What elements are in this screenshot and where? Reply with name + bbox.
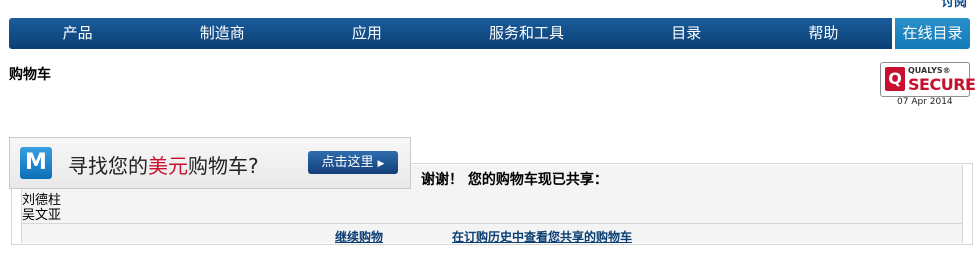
nav-item-manufacturers[interactable]: 制造商 — [196, 18, 249, 49]
cart-shared-message: 谢谢！ 您的购物车现已共享： — [421, 172, 608, 188]
qualys-date: 07 Apr 2014 — [897, 97, 953, 107]
banner-text-after: 购物车? — [188, 154, 259, 178]
online-catalog-button[interactable]: 在线目录 — [895, 18, 970, 49]
page-title: 购物车 — [9, 67, 51, 83]
view-shared-cart-history-link[interactable]: 在订购历史中查看您共享的购物车 — [452, 228, 632, 245]
mouser-logo-icon: M — [20, 147, 52, 179]
continue-shopping-link[interactable]: 继续购物 — [335, 228, 383, 245]
click-here-label: 点击这里 — [321, 155, 374, 170]
qualys-logo-box: Q QUALYS® SECURE — [880, 62, 976, 97]
nav-item-applications[interactable]: 应用 — [348, 18, 386, 49]
banner-text: 寻找您的美元购物车? — [68, 150, 259, 179]
qualys-name: QUALYS® — [908, 66, 951, 75]
qualys-q-icon: Q — [885, 67, 905, 91]
banner-text-currency: 美元 — [148, 154, 188, 178]
banner-text-before: 寻找您的 — [68, 154, 148, 178]
nav-item-services-tools[interactable]: 服务和工具 — [485, 18, 568, 49]
click-here-button[interactable]: 点击这里 ▶ — [308, 151, 398, 174]
recipient-name: 吴文亚 — [22, 208, 62, 223]
nav-item-products[interactable]: 产品 — [59, 18, 97, 49]
divider — [22, 223, 962, 224]
header-corner-link[interactable]: 讨阅 — [941, 0, 967, 10]
nav-item-catalog[interactable]: 目录 — [667, 18, 705, 49]
nav-item-help[interactable]: 帮助 — [804, 18, 842, 49]
usd-cart-banner[interactable]: M 寻找您的美元购物车? 点击这里 ▶ — [9, 137, 411, 189]
arrow-right-icon: ▶ — [377, 159, 385, 169]
main-nav: 产品 制造商 应用 服务和工具 目录 帮助 — [9, 18, 892, 49]
qualys-secure-badge[interactable]: Q QUALYS® SECURE 07 Apr 2014 — [880, 62, 976, 108]
qualys-secure-text: SECURE — [908, 75, 976, 94]
